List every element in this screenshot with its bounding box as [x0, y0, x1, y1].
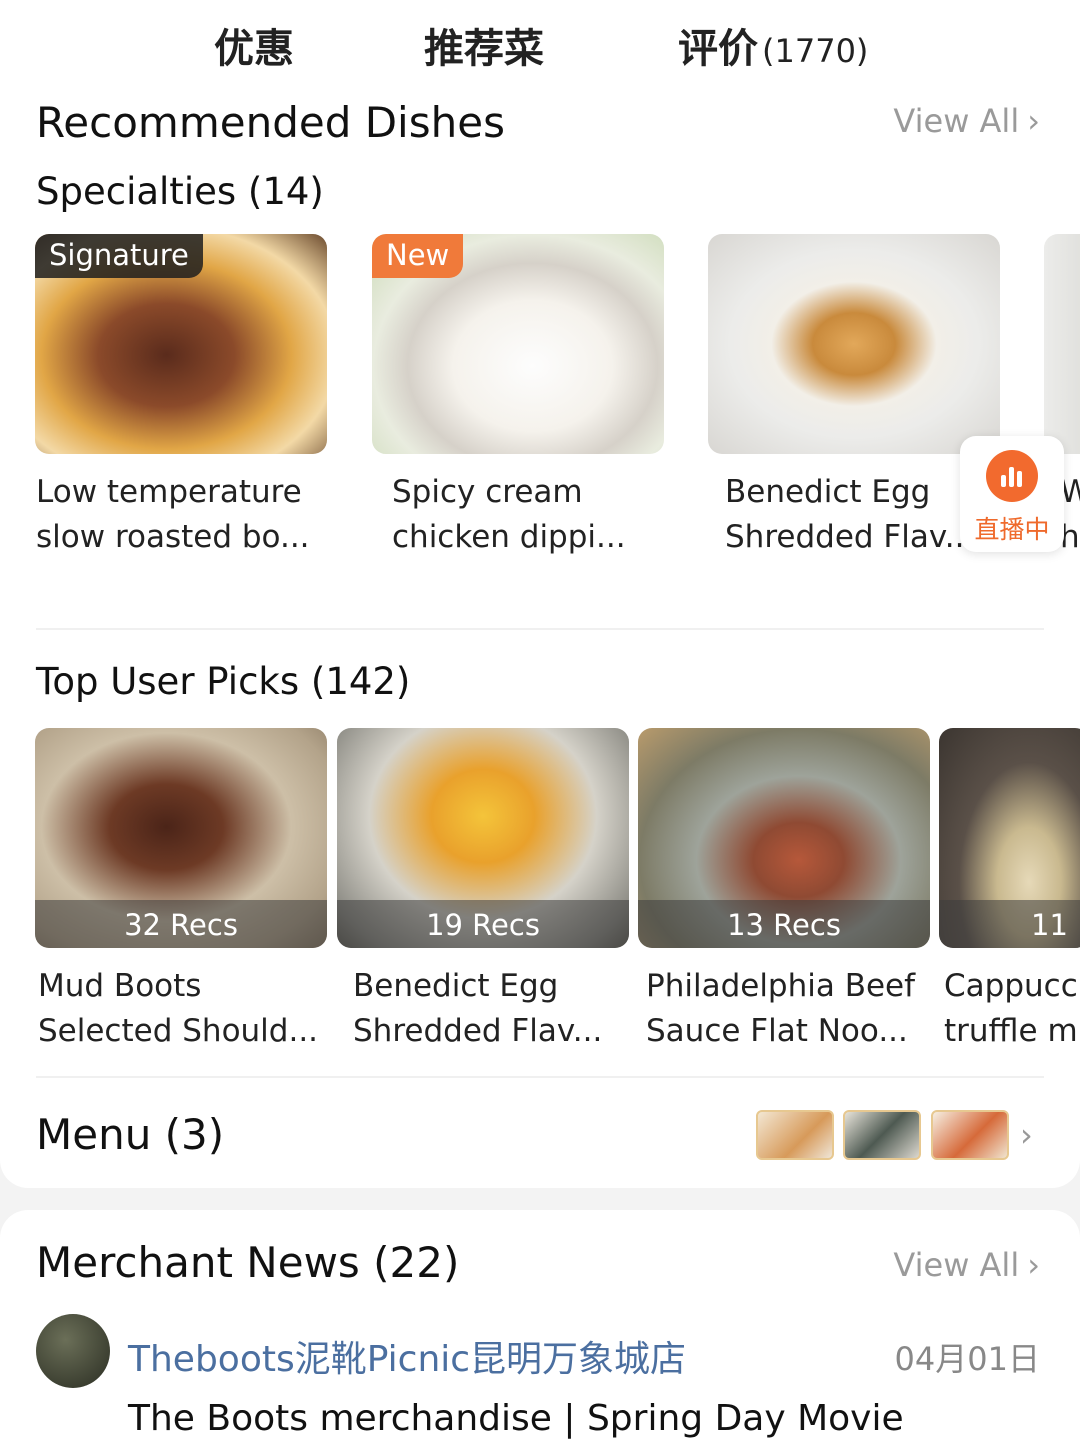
- top-picks-title: Top User Picks (142): [36, 660, 411, 703]
- recommended-dishes-card: Recommended Dishes View All › Specialties…: [0, 94, 1080, 1188]
- dish-image-partial[interactable]: [1044, 234, 1080, 454]
- dish-name-roasted-beef[interactable]: Low temperature slow roasted bo...: [36, 470, 336, 560]
- merchant-news-title: Merchant News (22): [36, 1238, 460, 1287]
- menu-thumbnail[interactable]: [756, 1110, 834, 1160]
- tab-discounts[interactable]: 优惠: [214, 16, 294, 74]
- tab-reviews-label: 评价: [678, 26, 758, 72]
- dish-image-spicy-chicken[interactable]: New: [372, 234, 664, 454]
- news-view-all-link[interactable]: View All ›: [893, 1246, 1040, 1284]
- tab-discounts-label: 优惠: [214, 26, 294, 72]
- live-bars-icon: [986, 450, 1038, 502]
- pick-name-line2: Shredded Flav...: [353, 1013, 603, 1049]
- dish-image-roasted-beef[interactable]: Signature: [35, 234, 327, 454]
- menu-thumbnail[interactable]: [843, 1110, 921, 1160]
- dish-image-benedict-egg[interactable]: [708, 234, 1000, 454]
- merchant-name-link[interactable]: Theboots泥靴Picnic昆明万象城店: [128, 1330, 686, 1382]
- section-divider: [36, 628, 1044, 630]
- recommended-view-all-link[interactable]: View All ›: [893, 102, 1040, 140]
- tab-reviews-count: (1770): [762, 32, 869, 70]
- pick-name-benedict-egg[interactable]: Benedict Egg Shredded Flav...: [353, 964, 623, 1054]
- live-label: 直播中: [974, 515, 1050, 544]
- pick-name-mud-boots[interactable]: Mud Boots Selected Should...: [38, 964, 338, 1054]
- news-post-text[interactable]: The Boots merchandise | Spring Day Movie: [128, 1398, 904, 1439]
- dish-name-line2: slow roasted bo...: [36, 519, 310, 555]
- recs-count: 11 F: [939, 900, 1080, 948]
- pick-name-line1: Mud Boots: [38, 968, 202, 1004]
- new-badge: New: [372, 234, 464, 278]
- section-divider: [36, 1076, 1044, 1078]
- pick-name-line2: Sauce Flat Noo...: [646, 1013, 908, 1049]
- pick-name-line2: truffle mu: [944, 1013, 1080, 1049]
- menu-title[interactable]: Menu (3): [36, 1110, 224, 1159]
- pick-name-beef-noodle[interactable]: Philadelphia Beef Sauce Flat Noo...: [646, 964, 931, 1054]
- live-stream-button[interactable]: 直播中: [960, 436, 1064, 552]
- pick-name-line1: Cappucci: [944, 968, 1080, 1004]
- menu-thumbnail[interactable]: [931, 1110, 1009, 1160]
- dish-name-line2: chicken dippi...: [392, 519, 626, 555]
- pick-name-line2: Selected Should...: [38, 1013, 319, 1049]
- merchant-avatar[interactable]: [36, 1314, 110, 1388]
- signature-badge: Signature: [35, 234, 203, 278]
- view-all-label: View All: [893, 1246, 1020, 1284]
- dish-name-line1: Benedict Egg: [725, 474, 931, 510]
- pick-image-beef-noodle[interactable]: 13 Recs: [638, 728, 930, 948]
- tab-reviews[interactable]: 评价 (1770): [678, 16, 868, 74]
- recs-count: 32 Recs: [35, 900, 327, 948]
- dish-name-line1: Low temperature: [36, 474, 302, 510]
- news-date: 04月01日: [894, 1340, 1040, 1378]
- tab-recommended-label: 推荐菜: [424, 26, 544, 72]
- dish-name-spicy-chicken[interactable]: Spicy cream chicken dippi...: [392, 470, 692, 560]
- recs-count: 13 Recs: [638, 900, 930, 948]
- chevron-right-icon: ›: [1027, 102, 1040, 140]
- top-tab-bar: 优惠 推荐菜 评价 (1770): [0, 0, 1080, 94]
- chevron-right-icon: ›: [1027, 1246, 1040, 1284]
- pick-image-cappuccino[interactable]: 11 F: [939, 728, 1080, 948]
- pick-name-cappuccino[interactable]: Cappucci truffle mu: [944, 964, 1080, 1054]
- pick-image-mud-boots[interactable]: 32 Recs: [35, 728, 327, 948]
- dish-name-line1: Spicy cream: [392, 474, 583, 510]
- dish-name-benedict-egg[interactable]: Benedict Egg Shredded Flav...: [725, 470, 975, 560]
- pick-image-benedict-egg[interactable]: 19 Recs: [337, 728, 629, 948]
- merchant-news-card: Merchant News (22) View All › Theboots泥靴P…: [0, 1210, 1080, 1440]
- view-all-label: View All: [893, 102, 1020, 140]
- recommended-dishes-title: Recommended Dishes: [36, 98, 505, 147]
- tab-recommended[interactable]: 推荐菜: [424, 16, 544, 76]
- recs-count: 19 Recs: [337, 900, 629, 948]
- pick-name-line1: Benedict Egg: [353, 968, 559, 1004]
- dish-name-line2: Shredded Flav...: [725, 519, 975, 555]
- pick-name-line1: Philadelphia Beef: [646, 968, 916, 1004]
- specialties-title: Specialties (14): [36, 170, 324, 213]
- chevron-right-icon[interactable]: ›: [1020, 1116, 1033, 1154]
